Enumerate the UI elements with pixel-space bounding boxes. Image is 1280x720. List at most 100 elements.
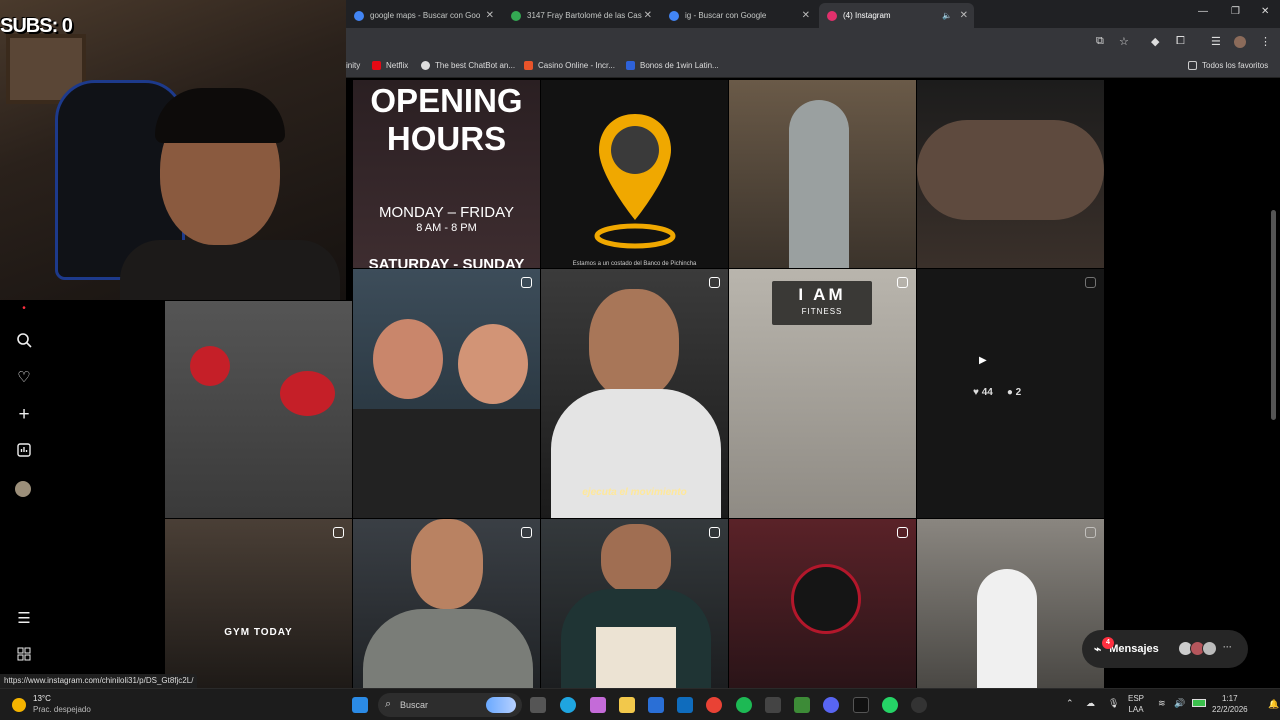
clock[interactable]: 1:17 22/2/2026 xyxy=(1212,693,1248,715)
fitness-sign: I AM FITNESS xyxy=(772,281,872,325)
close-icon[interactable]: ✕ xyxy=(644,10,652,21)
wifi-icon[interactable]: ≋ xyxy=(1158,698,1166,709)
post-gym-today[interactable]: GYM TODAY xyxy=(165,519,352,688)
person-face xyxy=(601,524,671,594)
close-icon[interactable]: ✕ xyxy=(802,10,810,21)
chatbot-icon xyxy=(421,61,430,70)
google-icon xyxy=(669,10,679,21)
notification-dot-icon: • xyxy=(22,303,26,314)
profile-avatar[interactable] xyxy=(15,481,31,497)
close-icon[interactable]: ✕ xyxy=(486,10,494,21)
chrome-icon[interactable] xyxy=(706,697,722,713)
search-icon: ⌕ xyxy=(385,698,392,710)
profile-avatar[interactable] xyxy=(1234,36,1246,48)
search-icon[interactable] xyxy=(15,332,33,350)
post-boxing[interactable] xyxy=(165,301,352,518)
menu-kebab-icon[interactable]: ⋮ xyxy=(1260,35,1271,48)
tab-google-maps[interactable]: google maps - Buscar con Goo ✕ xyxy=(346,3,500,28)
extension-diamond-icon[interactable]: ◆ xyxy=(1151,35,1159,48)
tab-ig-search[interactable]: ig - Buscar con Google ✕ xyxy=(661,3,816,28)
post-man-smiling[interactable] xyxy=(353,519,540,688)
webcam-overlay: SUBS: 0 xyxy=(0,0,346,300)
notifications-icon[interactable]: 🔔 xyxy=(1268,699,1279,710)
whatsapp-icon[interactable] xyxy=(882,697,898,713)
bookmark-item[interactable]: inity xyxy=(346,61,360,70)
install-icon[interactable]: ⧉ xyxy=(1096,35,1104,48)
extensions-icon[interactable]: ⧠ xyxy=(1176,35,1185,48)
status-url: https://www.instagram.com/chiniloli31/p/… xyxy=(0,674,198,688)
scrollbar[interactable] xyxy=(1271,210,1276,420)
post-muscle-arm[interactable] xyxy=(917,80,1104,268)
volume-icon[interactable]: 🔊 xyxy=(1174,698,1185,709)
menu-hamburger-icon[interactable]: ☰ xyxy=(15,610,33,628)
post-opening-hours[interactable]: OPENING HOURS MONDAY – FRIDAY 8 AM - 8 P… xyxy=(353,80,540,268)
reel-icon xyxy=(1085,527,1096,538)
reel-icon xyxy=(1085,277,1096,288)
messages-button[interactable]: ⌁ 4 Mensajes ··· xyxy=(1082,630,1248,668)
language-indicator[interactable]: ESP LAA xyxy=(1128,693,1144,715)
post-gym-man-grey[interactable] xyxy=(729,80,916,268)
bookmark-netflix[interactable]: Netflix xyxy=(372,61,408,70)
tab-address[interactable]: 3147 Fray Bartolomé de las Cas ✕ xyxy=(503,3,658,28)
bookmark-casino[interactable]: Casino Online - Incr... xyxy=(524,61,615,70)
avatar xyxy=(1202,641,1217,656)
subs-counter: SUBS: 0 xyxy=(0,15,73,37)
task-view-icon[interactable] xyxy=(530,697,546,713)
maps-icon xyxy=(511,10,521,21)
netflix-icon xyxy=(372,61,381,70)
restore-button[interactable]: ❐ xyxy=(1231,6,1240,17)
media-icon[interactable]: ☰ xyxy=(1211,35,1221,48)
taskbar-search[interactable]: ⌕ Buscar xyxy=(378,693,522,717)
reel-icon xyxy=(897,527,908,538)
post-i-am-fitness[interactable]: I AM FITNESS xyxy=(729,269,916,518)
bookmark-chatbot[interactable]: The best ChatBot an... xyxy=(421,61,515,70)
app-icon[interactable] xyxy=(911,697,927,713)
windows-start-icon[interactable] xyxy=(352,697,368,713)
close-window-button[interactable]: ✕ xyxy=(1261,6,1269,17)
minimize-button[interactable]: — xyxy=(1198,6,1208,17)
person-hair xyxy=(155,88,285,143)
post-hovered[interactable]: ♥ 44 ● 2 ▶ xyxy=(917,269,1104,518)
copilot-icon[interactable] xyxy=(590,697,606,713)
all-bookmarks[interactable]: Todos los favoritos xyxy=(1188,61,1268,70)
store-icon[interactable] xyxy=(648,697,664,713)
post-kettlebell[interactable] xyxy=(729,519,916,688)
file-explorer-icon[interactable] xyxy=(619,697,635,713)
heart-filled-icon: ♥ xyxy=(973,387,979,398)
create-plus-icon[interactable]: + xyxy=(15,405,33,424)
tab-instagram[interactable]: (4) Instagram 🔈 ✕ xyxy=(819,3,974,28)
post-man-note[interactable] xyxy=(541,519,728,688)
battery-icon[interactable] xyxy=(1192,699,1206,707)
discord-icon[interactable] xyxy=(823,697,839,713)
spotify-icon[interactable] xyxy=(736,697,752,713)
apps-grid-icon[interactable] xyxy=(15,647,33,665)
shirt-shape xyxy=(363,609,533,688)
post-flex[interactable] xyxy=(917,519,1104,688)
minecraft-icon[interactable] xyxy=(794,697,810,713)
speaker-icon[interactable]: 🔈 xyxy=(942,11,952,20)
chevron-up-icon[interactable]: ⌃ xyxy=(1066,698,1074,709)
weather-icon[interactable] xyxy=(12,698,26,712)
outlook-icon[interactable] xyxy=(677,697,693,713)
post-cartoon-duo[interactable] xyxy=(353,269,540,518)
cloud-icon[interactable]: ☁ xyxy=(1086,698,1095,709)
heart-icon[interactable]: ♡ xyxy=(15,369,33,387)
post-coach-talking[interactable]: ejecuta el movimiento xyxy=(541,269,728,518)
obs-icon[interactable] xyxy=(765,697,781,713)
bookmark-star-icon[interactable]: ☆ xyxy=(1119,35,1129,48)
mic-icon[interactable]: 🎙 xyxy=(1108,698,1119,709)
insights-icon[interactable] xyxy=(15,443,33,461)
reel-icon xyxy=(521,277,532,288)
bookmark-1win[interactable]: Bonos de 1win Latin... xyxy=(626,61,719,70)
paper-note xyxy=(596,627,676,688)
tiktok-icon[interactable] xyxy=(853,697,869,713)
arm-shape xyxy=(917,120,1104,220)
close-icon[interactable]: ✕ xyxy=(960,10,968,21)
reel-icon xyxy=(709,277,720,288)
reel-icon xyxy=(521,527,532,538)
browser-toolbar: ⧉ ☆ ◆ ⧠ ☰ ⋮ xyxy=(346,28,1280,56)
mouse-cursor: ▶ xyxy=(979,355,987,366)
instagram-sidebar: • ♡ + ☰ xyxy=(0,300,48,688)
edge-icon[interactable] xyxy=(560,697,576,713)
post-location-pin[interactable]: Estamos a un costado del Banco de Pichin… xyxy=(541,80,728,268)
